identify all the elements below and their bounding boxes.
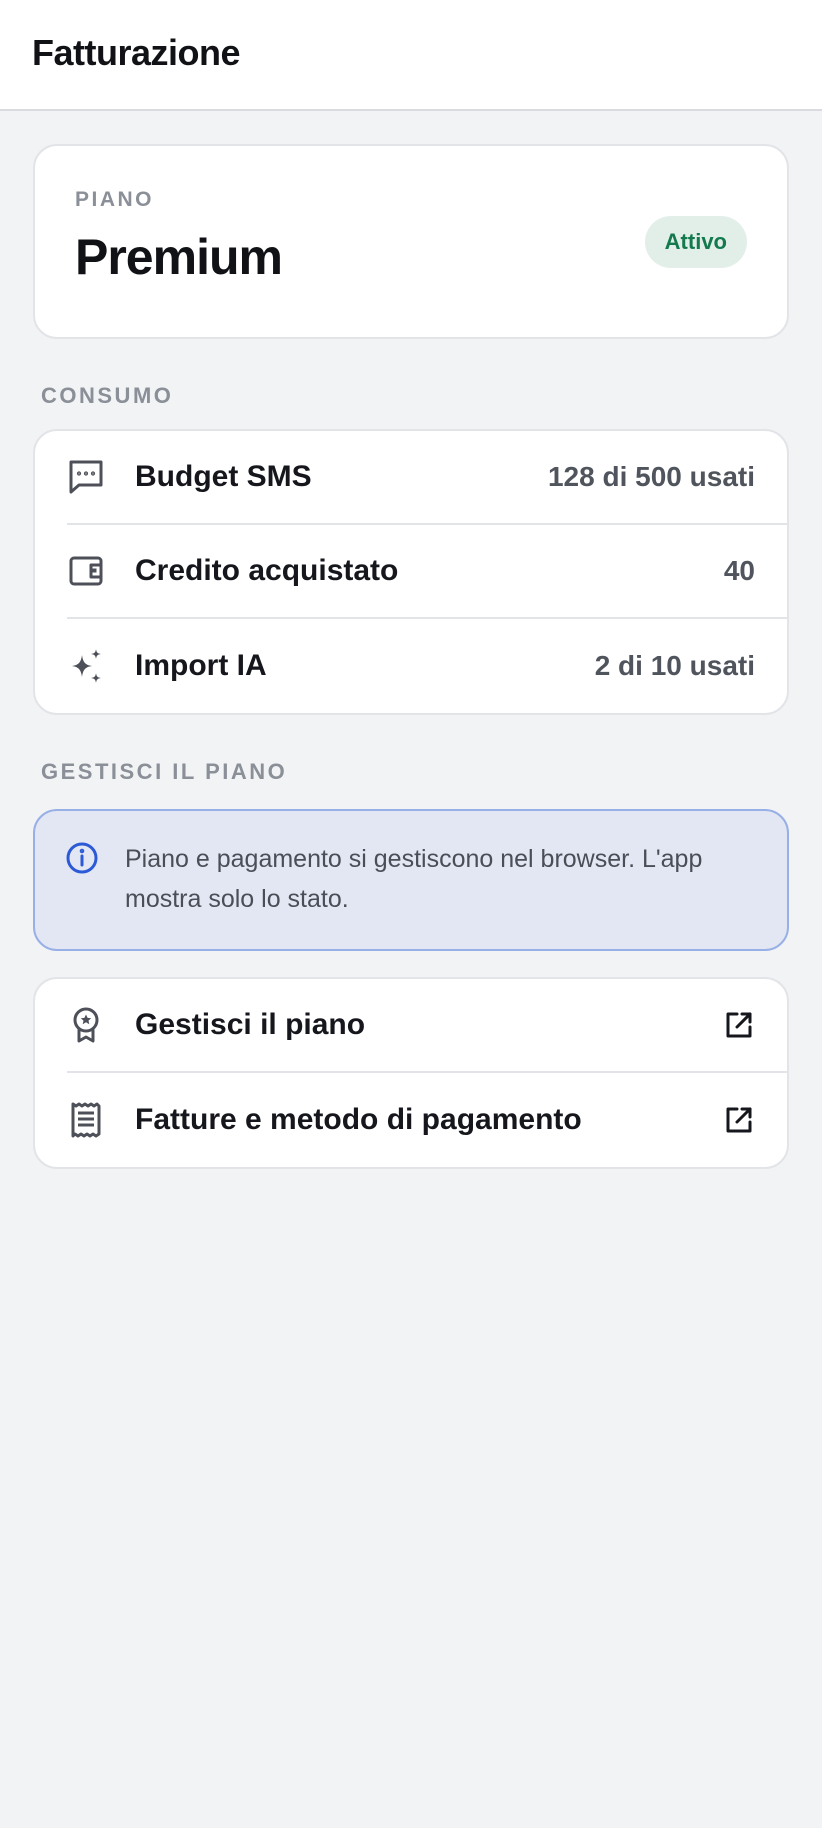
award-icon bbox=[67, 1006, 105, 1044]
external-link-icon bbox=[723, 1009, 755, 1041]
manage-row-label: Gestisci il piano bbox=[135, 1008, 366, 1041]
status-badge: Attivo bbox=[644, 215, 747, 268]
main-content: PIANO Premium Attivo CONSUMO Budget SMS … bbox=[0, 111, 822, 1169]
usage-row-purchased-credit: Credito acquistato 40 bbox=[67, 525, 787, 619]
usage-card: Budget SMS 128 di 500 usati Credito acqu… bbox=[33, 429, 789, 715]
plan-card: PIANO Premium Attivo bbox=[33, 144, 789, 339]
section-label-usage: CONSUMO bbox=[41, 383, 174, 408]
manage-row-label: Fatture e metodo di pagamento bbox=[135, 1103, 582, 1136]
sparkles-icon bbox=[67, 647, 105, 685]
usage-row-label: Import IA bbox=[135, 649, 267, 682]
usage-row-ai-import: Import IA 2 di 10 usati bbox=[67, 619, 787, 713]
receipt-icon bbox=[67, 1101, 105, 1139]
page-title: Fatturazione bbox=[32, 31, 241, 73]
wallet-icon bbox=[67, 552, 105, 590]
usage-row-label: Budget SMS bbox=[135, 460, 312, 493]
manage-plan-button[interactable]: Gestisci il piano bbox=[67, 979, 787, 1073]
usage-row-value: 128 di 500 usati bbox=[547, 461, 755, 492]
manage-card: Gestisci il piano Fatture e metodo di pa… bbox=[33, 977, 789, 1169]
plan-eyebrow: PIANO bbox=[75, 187, 155, 211]
external-link-icon bbox=[723, 1104, 755, 1136]
plan-name: Premium bbox=[75, 228, 283, 285]
invoices-payment-button[interactable]: Fatture e metodo di pagamento bbox=[67, 1073, 787, 1167]
info-text: Piano e pagamento si gestiscono nel brow… bbox=[125, 845, 703, 913]
section-label-manage: GESTISCI IL PIANO bbox=[41, 759, 288, 784]
info-banner: Piano e pagamento si gestiscono nel brow… bbox=[33, 809, 789, 951]
usage-row-label: Credito acquistato bbox=[135, 554, 399, 587]
message-icon bbox=[67, 458, 105, 496]
usage-row-value: 2 di 10 usati bbox=[594, 650, 755, 681]
usage-row-sms-budget: Budget SMS 128 di 500 usati bbox=[67, 431, 787, 525]
plan-info: PIANO Premium bbox=[75, 187, 283, 286]
info-icon bbox=[65, 841, 99, 875]
app-header: Fatturazione bbox=[0, 0, 822, 111]
usage-row-value: 40 bbox=[723, 555, 755, 586]
